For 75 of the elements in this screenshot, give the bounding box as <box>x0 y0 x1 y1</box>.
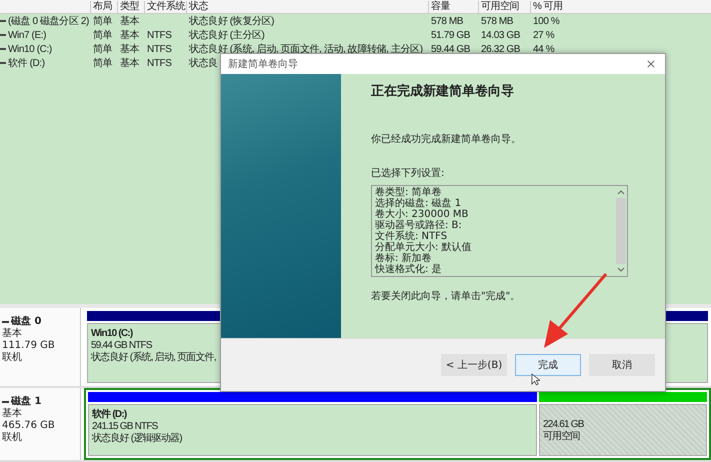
close-icon[interactable] <box>647 60 655 68</box>
disk-size: 465.76 GB <box>2 420 56 432</box>
table-cell-text: 状态良好 (恢复分区) <box>188 14 274 28</box>
table-cell-text: 基本 <box>119 28 140 42</box>
table-cell-text: NTFS <box>146 30 172 40</box>
scroll-up-icon[interactable] <box>617 189 625 195</box>
settings-list[interactable]: 卷类型: 简单卷 选择的磁盘: 磁盘 1 卷大小: 230000 MB 驱动器号或路径: B: 文件系统: NTFS 分配单元大小: 默认值 卷标: 新加卷 快速格式化: 是 <box>371 185 628 277</box>
wizard-heading: 正在完成新建简单卷向导 <box>371 82 515 100</box>
column-header[interactable]: 布局 <box>90 0 112 12</box>
dialog-title: 新建简单卷向导 <box>228 58 298 71</box>
disk-name: 磁盘 0 <box>2 316 80 328</box>
disk-label-panel[interactable]: 磁盘 1 基本 465.76 GB 联机 <box>0 388 81 460</box>
closing-note: 若要关闭此向导，请单击"完成"。 <box>371 290 522 303</box>
table-cell-text: 状态良 <box>188 56 218 70</box>
table-cell-text: 简单 <box>92 42 112 56</box>
table-cell-text: 578 MB <box>480 16 514 26</box>
column-header[interactable]: 可用空间 <box>478 0 519 12</box>
disk-name: 磁盘 1 <box>2 396 80 408</box>
table-cell-text: 简单 <box>92 56 112 70</box>
column-header[interactable]: 状态 <box>186 0 208 12</box>
partition-status: 状态良好 (逻辑驱动器) <box>92 433 183 445</box>
setting-line: 卷类型: 简单卷 <box>375 187 443 198</box>
table-cell-text: 基本 <box>119 42 140 56</box>
column-header[interactable]: 文件系统 <box>144 0 185 12</box>
setting-line: 驱动器号或路径: B: <box>375 220 463 231</box>
setting-line: 文件系统: NTFS <box>375 231 448 242</box>
partition-box[interactable]: 224.61 GB 可用空间 <box>539 404 707 456</box>
partition-status: 可用空间 <box>543 431 581 443</box>
disk-size: 111.79 GB <box>2 340 56 352</box>
table-cell-text: (磁盘 0 磁盘分区 2) <box>8 15 89 28</box>
column-header[interactable]: % 可用 <box>530 0 563 12</box>
column-header[interactable]: 类型 <box>117 0 139 12</box>
disk-type: 基本 <box>2 408 23 420</box>
table-cell-text: 基本 <box>119 14 140 28</box>
column-header[interactable]: 容量 <box>428 0 450 12</box>
partition-detail: 59.44 GB NTFS <box>91 340 153 352</box>
mouse-cursor-icon <box>531 373 540 386</box>
dialog-button[interactable]: < 上一步(B) <box>441 354 507 376</box>
table-cell-text: NTFS <box>146 44 172 54</box>
disk-status: 联机 <box>2 432 23 444</box>
setting-line: 卷大小: 230000 MB <box>375 209 470 220</box>
table-cell-text: 100 % <box>532 16 560 26</box>
table-cell-text: 51.79 GB <box>430 30 470 40</box>
table-cell-text: 简单 <box>92 28 112 42</box>
scrollbar-thumb[interactable] <box>616 198 626 264</box>
settings-label: 已选择下列设置: <box>371 166 446 180</box>
setting-line: 分配单元大小: 默认值 <box>375 242 473 253</box>
setting-line: 选择的磁盘: 磁盘 1 <box>375 198 462 209</box>
scroll-down-icon[interactable] <box>617 267 625 273</box>
table-cell-text: 14.03 GB <box>480 30 520 40</box>
partition-detail: 241.15 GB NTFS <box>92 421 159 432</box>
table-cell-text: 578 MB <box>430 16 464 26</box>
disk-label-panel[interactable]: 磁盘 0 基本 111.79 GB 联机 <box>0 308 81 386</box>
partition-box[interactable]: 软件 (D:) 241.15 GB NTFS 状态良好 (逻辑驱动器) <box>88 404 537 456</box>
partition-name: 软件 (D:) <box>92 409 128 421</box>
table-cell: Win10 (C:) <box>8 44 52 54</box>
disk-status: 联机 <box>2 352 23 364</box>
dialog-button[interactable]: 取消 <box>589 354 655 376</box>
table-cell-text: 44 % <box>532 44 554 54</box>
table-cell: Win7 (E:) <box>8 30 46 40</box>
table-cell-text: 基本 <box>119 56 140 70</box>
partition-detail: 224.61 GB <box>543 419 585 430</box>
table-cell-text: 26.32 GB <box>480 44 520 54</box>
table-cell-text: 软件 (D:) <box>8 57 45 70</box>
disk-type: 基本 <box>2 328 23 340</box>
table-cell-text: 59.44 GB <box>430 44 470 54</box>
table-cell-text: 状态良好 (主分区) <box>188 28 264 42</box>
table-cell-text: NTFS <box>146 58 172 68</box>
setting-line: 快速格式化: 是 <box>375 264 443 275</box>
wizard-message: 你已经成功完成新建简单卷向导。 <box>371 132 522 146</box>
partition-name: Win10 (C:) <box>91 328 134 340</box>
table-cell-text: 27 % <box>532 30 554 40</box>
table-cell-text: 简单 <box>92 14 112 28</box>
dialog-button[interactable]: 完成 <box>515 354 581 376</box>
setting-line: 卷标: 新加卷 <box>375 253 433 264</box>
